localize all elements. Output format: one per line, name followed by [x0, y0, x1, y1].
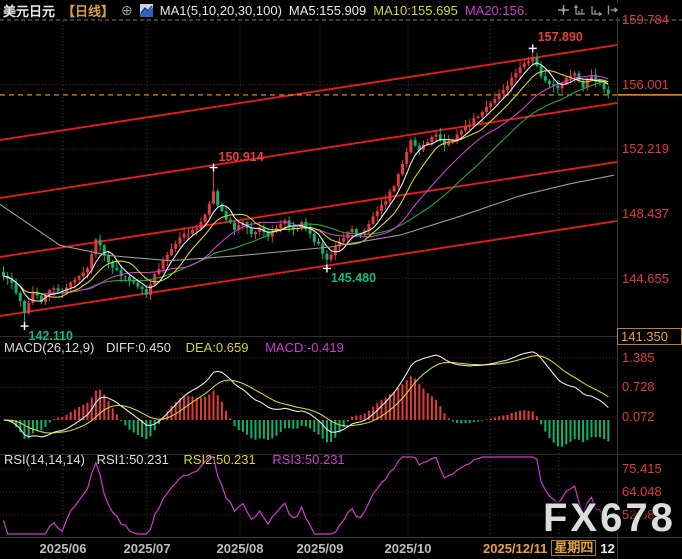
macd-value-label: MACD:-0.419: [265, 340, 344, 355]
chart-toolbar: [556, 3, 619, 17]
macd-dea-label: DEA:0.659: [186, 340, 249, 355]
macd-axis-tick-label: 1.385: [622, 350, 655, 365]
price-axis-tick-label: 144.655: [622, 271, 669, 286]
y-axis-scale-icon[interactable]: [572, 3, 587, 17]
rsi1-label: RSI1:50.231: [97, 452, 169, 467]
last-date-label: 2025/12/11: [483, 541, 547, 556]
symbol-title: 美元日元: [3, 1, 55, 20]
period-label: 【日线】: [62, 1, 114, 20]
rsi3-label: RSI3:50.231: [272, 452, 344, 467]
weekday-label: 星期四: [551, 540, 596, 556]
macd-diff-label: DIFF:0.450: [106, 340, 171, 355]
chart-header: 美元日元 【日线】 ⊕ MA1(5,10,20,30,100) MA5:155.…: [3, 2, 528, 19]
ma5-value-label: MA5:155.909: [289, 3, 366, 18]
chart-app: 美元日元 【日线】 ⊕ MA1(5,10,20,30,100) MA5:155.…: [0, 0, 682, 559]
x-axis-tick-label: 2025/08: [208, 541, 272, 556]
macd-axis-tick-label: 0.072: [622, 409, 655, 424]
day-label: 12: [600, 541, 614, 556]
x-axis-tick-label: 2025/10: [376, 541, 440, 556]
price-annotation-high: 150.914: [219, 150, 264, 164]
x-axis-tick-label: 2025/09: [288, 541, 352, 556]
price-axis-tick-label: 148.437: [622, 206, 669, 221]
x-axis-scale-icon[interactable]: [588, 3, 603, 17]
last-date-group: 2025/12/11 星期四 12: [483, 540, 615, 556]
ma20-value-label: MA20:156.: [465, 3, 528, 18]
ma-settings-label: MA1(5,10,20,30,100): [160, 3, 282, 18]
ma10-value-label: MA10:155.695: [373, 3, 458, 18]
watermark: FX678: [543, 496, 676, 541]
price-axis-tick-label: 152.219: [622, 141, 669, 156]
shift-right-icon[interactable]: [604, 3, 619, 17]
zoom-icon[interactable]: ⊕: [121, 4, 133, 17]
price-annotation-high: 157.890: [538, 30, 583, 44]
mini-chart-icon[interactable]: [140, 4, 153, 17]
x-axis-tick-label: 2025/06: [31, 541, 95, 556]
price-min-box-label: 141.350: [617, 328, 682, 345]
price-annotation-low: 145.480: [331, 271, 376, 285]
rsi-axis-tick-label: 75.415: [622, 461, 662, 476]
price-annotation-low: 142.110: [29, 329, 74, 343]
rsi-params-label: RSI(14,14,14): [4, 452, 85, 467]
macd-axis-tick-label: 0.728: [622, 379, 655, 394]
pan-icon[interactable]: [556, 3, 571, 17]
rsi2-label: RSI2:50.231: [183, 452, 255, 467]
price-axis-tick-label: 159.784: [622, 12, 669, 27]
x-axis-tick-label: 2025/07: [115, 541, 179, 556]
price-axis-tick-label: 156.001: [622, 77, 669, 92]
rsi-legend: RSI(14,14,14) RSI1:50.231 RSI2:50.231 RS…: [4, 452, 345, 467]
